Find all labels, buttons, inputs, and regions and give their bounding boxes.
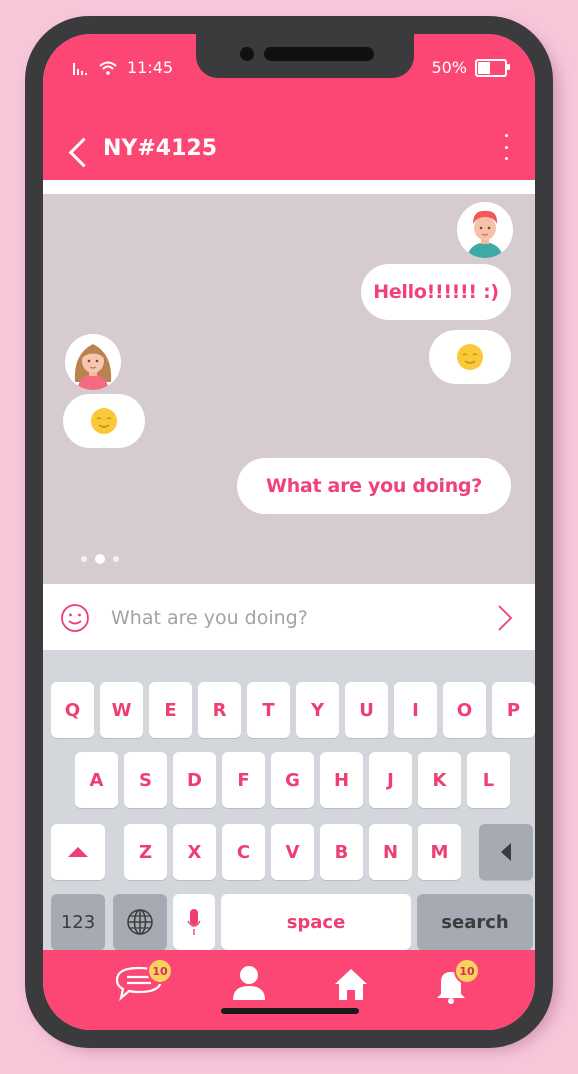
smile-emoji-icon: [457, 344, 483, 370]
chat-header: NY#4125: [43, 94, 535, 180]
key-i[interactable]: I: [394, 682, 437, 738]
status-right: 50%: [431, 58, 510, 77]
key-b[interactable]: B: [320, 824, 363, 880]
key-u[interactable]: U: [345, 682, 388, 738]
message-text: Hello!!!!!! :): [373, 281, 499, 303]
message-bubble-sent[interactable]: What are you doing?: [237, 458, 511, 514]
key-y[interactable]: Y: [296, 682, 339, 738]
language-key[interactable]: [113, 894, 167, 950]
message-text: What are you doing?: [266, 475, 482, 497]
notch: [196, 34, 414, 78]
key-d[interactable]: D: [173, 752, 216, 808]
battery-icon: [475, 58, 510, 77]
header-divider: [43, 180, 535, 194]
status-time: 11:45: [127, 58, 174, 77]
key-a[interactable]: A: [75, 752, 118, 808]
key-n[interactable]: N: [369, 824, 412, 880]
screen: 11:45 50% NY#4125 Hello!!!!!!:) What ar…: [43, 34, 535, 1030]
home-indicator[interactable]: [221, 1008, 359, 1014]
bottom-navigation: 10 10: [43, 950, 535, 1030]
smile-emoji-icon: [91, 408, 117, 434]
backspace-key[interactable]: [479, 824, 533, 880]
key-z[interactable]: Z: [124, 824, 167, 880]
typing-dot: [95, 554, 105, 564]
messages-badge: 10: [147, 958, 173, 984]
key-p[interactable]: P: [492, 682, 535, 738]
key-m[interactable]: M: [418, 824, 461, 880]
girl-avatar-icon: [65, 334, 121, 390]
typing-indicator: [81, 554, 119, 564]
key-l[interactable]: L: [467, 752, 510, 808]
keyboard: 123 space search QWER T Y U I O P A S D …: [43, 650, 535, 950]
avatar-boy: [457, 202, 513, 258]
wifi-icon: [99, 61, 117, 75]
status-left: 11:45: [73, 58, 173, 77]
speaker: [264, 47, 374, 61]
key-s[interactable]: S: [124, 752, 167, 808]
key-e[interactable]: E: [149, 682, 192, 738]
more-options-icon[interactable]: [499, 134, 513, 160]
microphone-key[interactable]: [173, 894, 215, 950]
typing-dot: [81, 556, 87, 562]
nav-messages[interactable]: 10: [113, 958, 173, 1006]
numbers-key[interactable]: 123: [51, 894, 105, 950]
send-icon[interactable]: [493, 604, 517, 632]
globe-icon: [127, 909, 153, 935]
phone-frame: 11:45 50% NY#4125 Hello!!!!!!:) What ar…: [25, 16, 553, 1048]
nav-notifications[interactable]: 10: [421, 958, 481, 1006]
message-input-bar: [43, 584, 535, 650]
key-r[interactable]: R: [198, 682, 241, 738]
boy-avatar-icon: [457, 202, 513, 258]
user-icon: [233, 966, 265, 1000]
battery-fill: [478, 61, 490, 74]
home-icon: [335, 969, 367, 1000]
message-input[interactable]: [109, 600, 483, 636]
key-c[interactable]: C: [222, 824, 265, 880]
chat-title: NY#4125: [103, 136, 218, 161]
shift-icon: [68, 847, 88, 857]
search-key[interactable]: search: [417, 894, 533, 950]
key-h[interactable]: H: [320, 752, 363, 808]
key-o[interactable]: O: [443, 682, 486, 738]
key-t[interactable]: T: [247, 682, 290, 738]
signal-icon: [73, 62, 87, 75]
key-g[interactable]: G: [271, 752, 314, 808]
message-bubble-sent-emoji[interactable]: [429, 330, 511, 384]
nav-home[interactable]: [321, 960, 381, 1006]
message-bubble-sent[interactable]: Hello!!!!!! :): [361, 264, 511, 320]
key-j[interactable]: J: [369, 752, 412, 808]
microphone-icon: [187, 909, 201, 935]
notifications-badge: 10: [454, 958, 480, 984]
chat-area[interactable]: Hello!!!!!! :) What are you doing?: [43, 194, 535, 584]
camera: [240, 47, 254, 61]
avatar-girl: [65, 334, 121, 390]
nav-profile[interactable]: [219, 960, 279, 1006]
key-f[interactable]: F: [222, 752, 265, 808]
space-key[interactable]: space: [221, 894, 411, 950]
key-w[interactable]: W: [100, 682, 143, 738]
backspace-icon: [501, 843, 511, 861]
key-x[interactable]: X: [173, 824, 216, 880]
back-icon[interactable]: [65, 138, 91, 170]
emoji-picker-icon[interactable]: [59, 602, 91, 634]
key-v[interactable]: V: [271, 824, 314, 880]
key-q[interactable]: Q: [51, 682, 94, 738]
message-bubble-received-emoji[interactable]: [63, 394, 145, 448]
battery-percent: 50%: [431, 58, 467, 77]
key-k[interactable]: K: [418, 752, 461, 808]
typing-dot: [113, 556, 119, 562]
shift-key[interactable]: [51, 824, 105, 880]
